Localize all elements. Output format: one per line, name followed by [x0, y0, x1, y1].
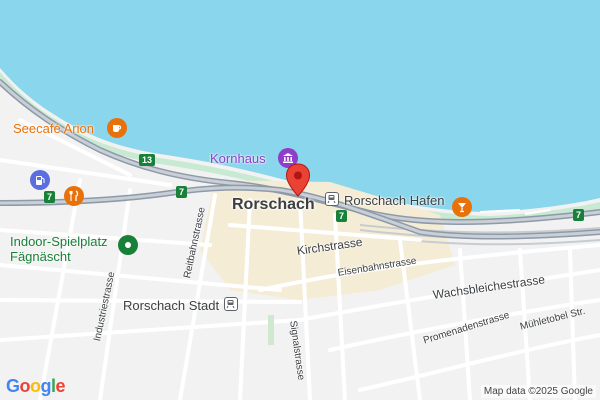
train-station-icon[interactable]: [325, 192, 339, 206]
logo-letter: e: [55, 376, 66, 396]
map-canvas[interactable]: 13 7 7 7 7 Seecafé Arion Kornhaus Indoor…: [0, 0, 600, 400]
train-station-icon[interactable]: [224, 297, 238, 311]
road-shield-13: 13: [139, 154, 156, 166]
cocktail-icon[interactable]: [452, 197, 472, 217]
google-logo: Google: [6, 376, 66, 397]
poi-label-seecafe-arion[interactable]: Seecafé Arion: [13, 121, 94, 136]
poi-label-line1: Indoor-Spielplatz: [10, 234, 108, 249]
coffee-cup-icon[interactable]: [107, 118, 127, 138]
logo-letter: o: [19, 376, 31, 396]
road-shield-7: 7: [336, 210, 348, 222]
logo-letter: o: [30, 376, 41, 396]
city-label-rorschach: Rorschach: [232, 196, 315, 213]
map-pin-icon[interactable]: [285, 163, 311, 197]
station-label-rorschach-hafen[interactable]: Rorschach Hafen: [344, 193, 444, 208]
park-icon[interactable]: [118, 235, 138, 255]
logo-letter: g: [40, 376, 52, 396]
road-shield-7: 7: [44, 191, 56, 203]
map-attribution[interactable]: Map data ©2025 Google: [480, 385, 596, 398]
road-shield-7: 7: [176, 186, 188, 198]
poi-label-line2: Fägnäscht: [10, 249, 71, 264]
road-shield-7: 7: [573, 209, 585, 221]
poi-label-indoor-spielplatz[interactable]: Indoor-Spielplatz Fägnäscht: [10, 234, 108, 264]
logo-letter: G: [6, 376, 20, 396]
poi-label-kornhaus[interactable]: Kornhaus: [210, 151, 266, 166]
fork-knife-icon[interactable]: [64, 186, 84, 206]
station-label-rorschach-stadt[interactable]: Rorschach Stadt: [123, 298, 219, 313]
gas-station-icon[interactable]: [30, 170, 50, 190]
